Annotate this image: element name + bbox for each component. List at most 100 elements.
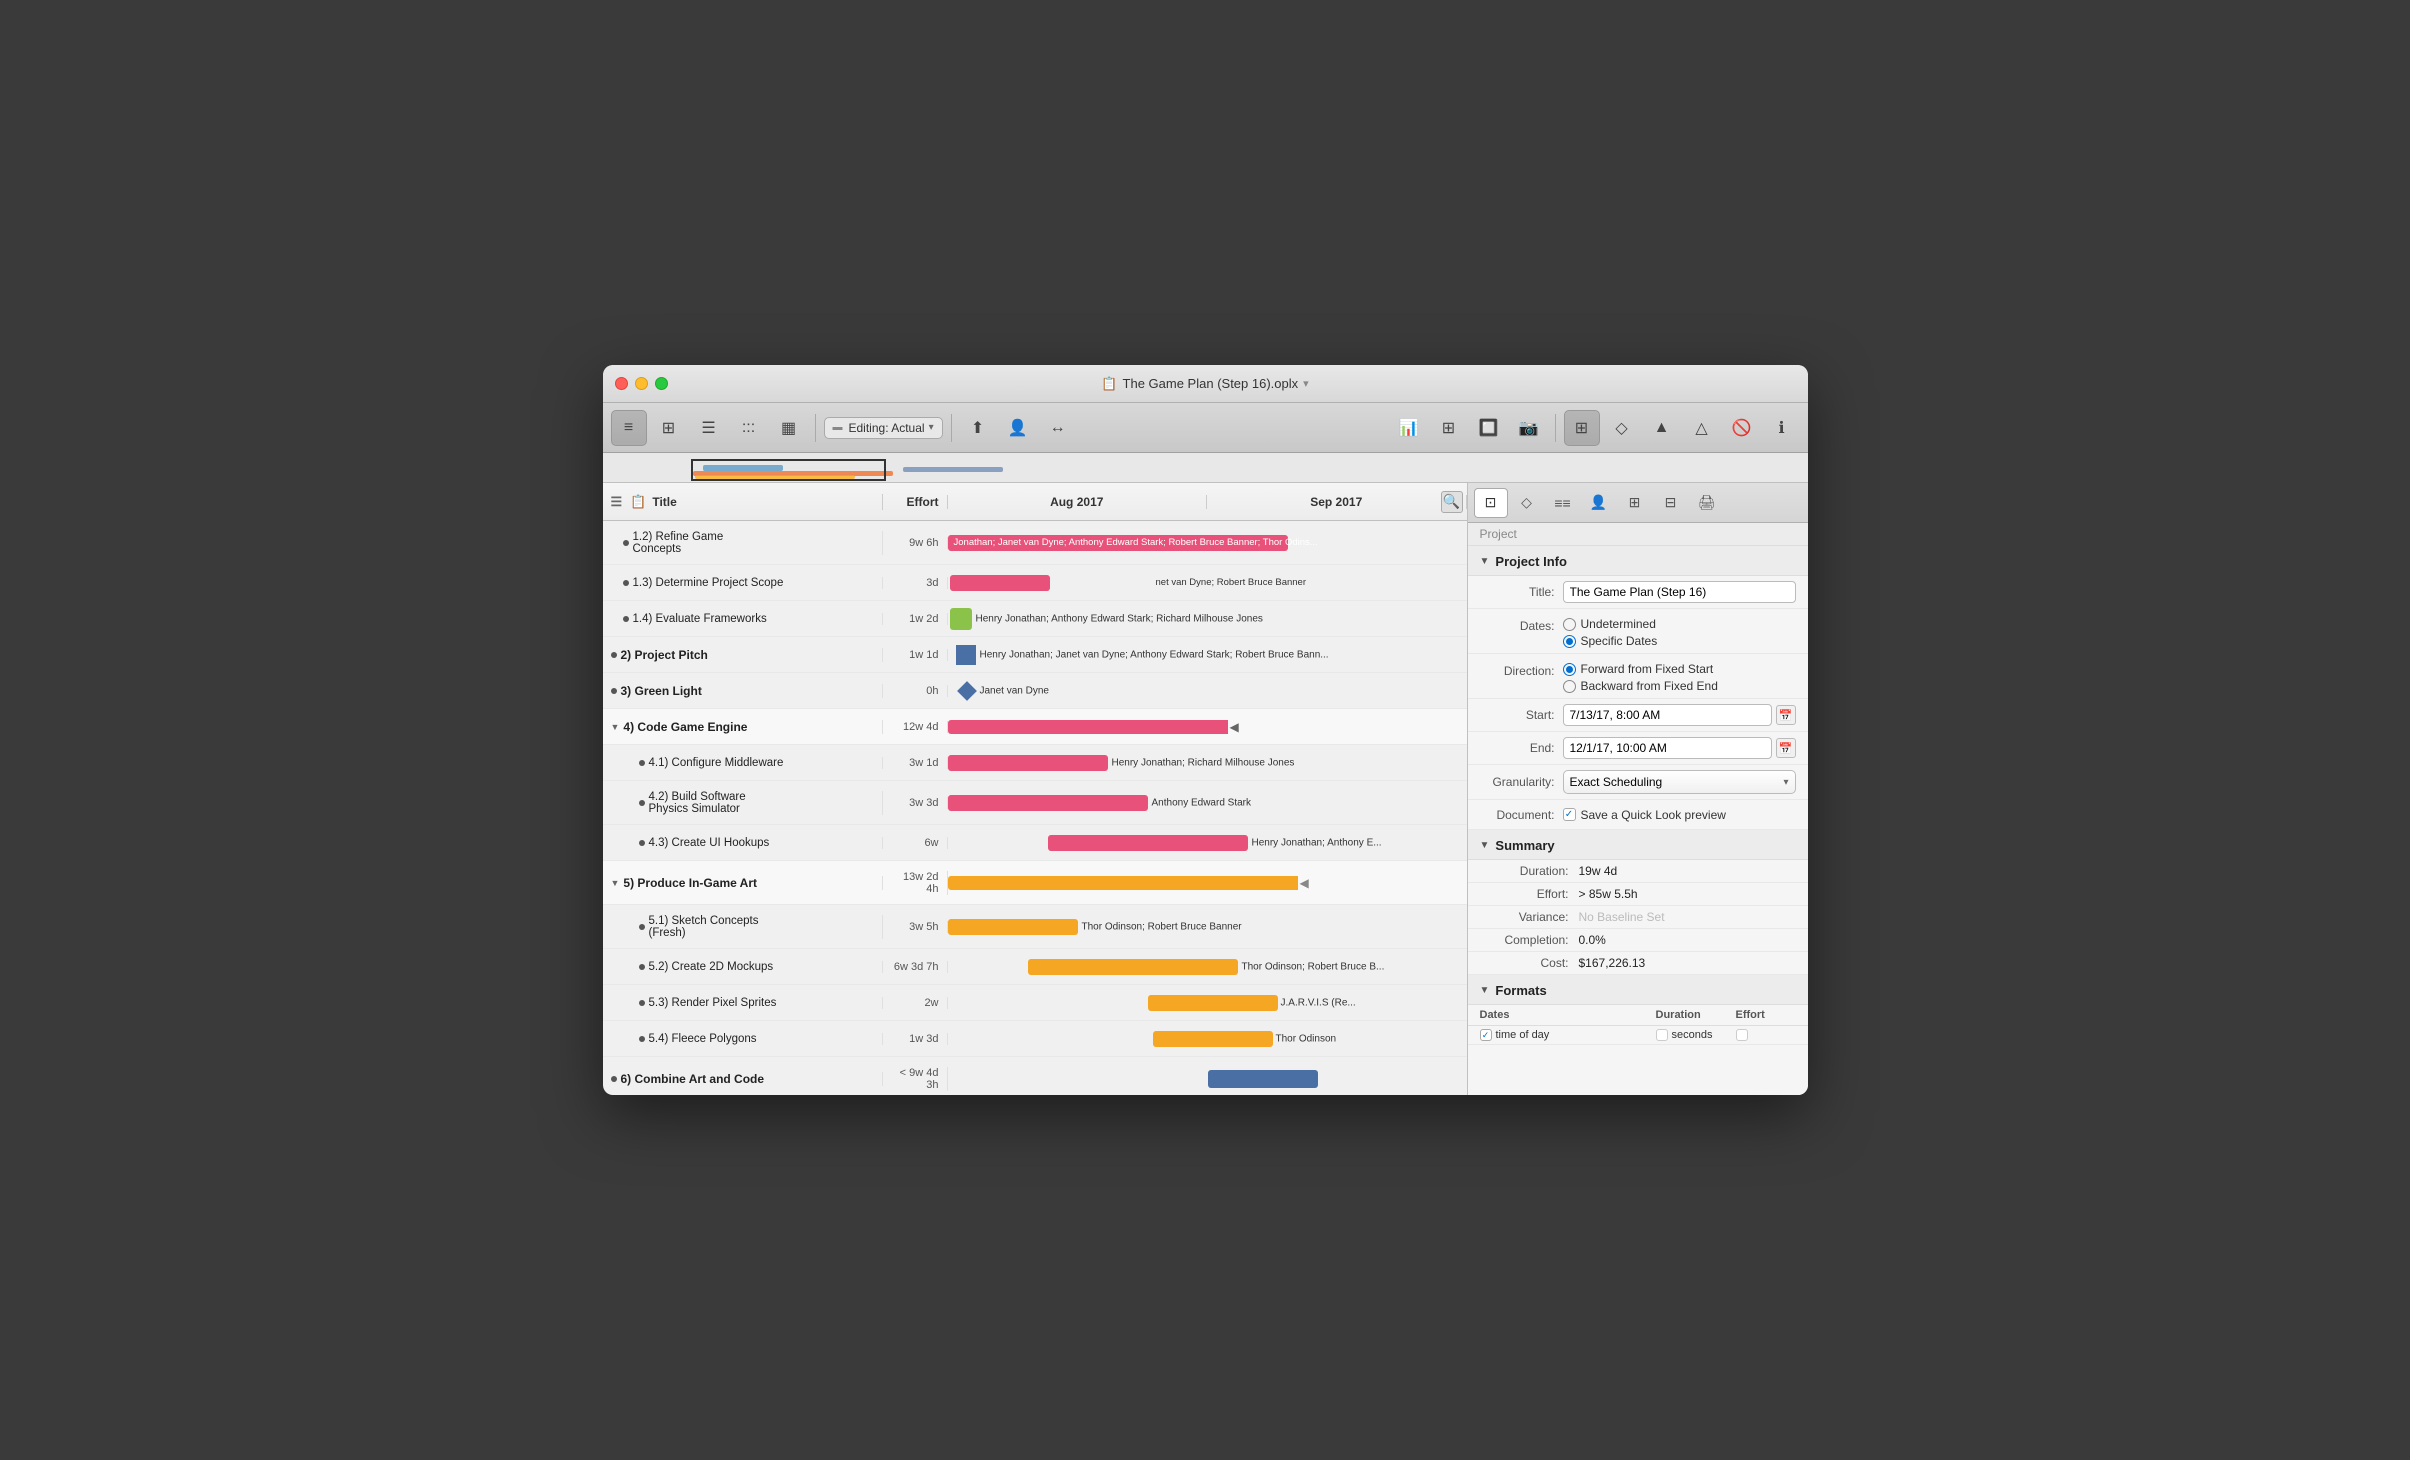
- gantt-view-button[interactable]: 📊: [1391, 410, 1427, 446]
- tab-resources[interactable]: 👤: [1582, 488, 1616, 518]
- formats-table-header: Dates Duration Effort: [1468, 1005, 1808, 1026]
- start-label: Start:: [1480, 708, 1555, 722]
- project-info-button[interactable]: ⊞: [1564, 410, 1600, 446]
- titlebar: 📋 The Game Plan (Step 16).oplx ▾: [603, 365, 1808, 403]
- document-checkbox[interactable]: ✓: [1563, 808, 1576, 821]
- table-row: 1.4) Evaluate Frameworks 1w 2d Henry Jon…: [603, 601, 1467, 637]
- camera-button[interactable]: 📷: [1511, 410, 1547, 446]
- end-input[interactable]: [1563, 737, 1772, 759]
- start-calendar-button[interactable]: 📅: [1776, 705, 1796, 725]
- drag-handle-icon[interactable]: ☰: [611, 494, 623, 510]
- tab-columns[interactable]: ≡≡: [1546, 488, 1580, 518]
- direction-label: Direction:: [1480, 664, 1555, 678]
- gantt-bar: Jonathan; Janet van Dyne; Anthony Edward…: [948, 535, 1288, 551]
- row-chart-1-3: net van Dyne; Robert Bruce Banner: [948, 565, 1467, 600]
- view-people-button[interactable]: ⊞: [651, 410, 687, 446]
- gantt-panel: ☰ 📋 Title Effort Aug 2017 Sep 2017 🔍: [603, 483, 1468, 1095]
- main-content: ☰ 📋 Title Effort Aug 2017 Sep 2017 🔍: [603, 483, 1808, 1095]
- traffic-lights: [615, 377, 668, 390]
- violations-button[interactable]: 🚫: [1724, 410, 1760, 446]
- row-effort-1-4: 1w 2d: [883, 613, 948, 625]
- formats-duration-cell: seconds: [1656, 1029, 1736, 1041]
- tab-styles[interactable]: ◇: [1510, 488, 1544, 518]
- formats-table-row: ✓ time of day seconds: [1468, 1026, 1808, 1045]
- dates-radio-group: Undetermined Specific Dates: [1563, 617, 1658, 648]
- start-input[interactable]: [1563, 704, 1772, 726]
- summary-section-header[interactable]: ▼ Summary: [1468, 830, 1808, 860]
- table-row: 4.3) Create UI Hookups 6w Henry Jonathan…: [603, 825, 1467, 861]
- granularity-select[interactable]: Exact Scheduling ▾: [1563, 770, 1796, 794]
- dates-label: Dates:: [1480, 619, 1555, 633]
- formats-duration-checkbox[interactable]: [1656, 1029, 1668, 1041]
- direction-forward-row[interactable]: Forward from Fixed Start: [1563, 662, 1718, 676]
- dates-undetermined-row[interactable]: Undetermined: [1563, 617, 1658, 631]
- row-effort-6: < 9w 4d3h: [883, 1067, 948, 1091]
- maximize-button[interactable]: [655, 377, 668, 390]
- dropdown-arrow-icon[interactable]: ▾: [1303, 377, 1309, 390]
- dates-undetermined-radio[interactable]: [1563, 618, 1576, 631]
- formats-dates-col-header: Dates: [1480, 1009, 1656, 1021]
- tab-filter[interactable]: ⊞: [1618, 488, 1652, 518]
- formats-dates-value: time of day: [1496, 1029, 1550, 1041]
- arrow-right-button[interactable]: ↔: [1040, 410, 1076, 446]
- dates-specific-radio[interactable]: [1563, 635, 1576, 648]
- summary-collapse-icon: ▼: [1480, 840, 1490, 851]
- dates-specific-row[interactable]: Specific Dates: [1563, 634, 1658, 648]
- view-board-button[interactable]: ▦: [771, 410, 807, 446]
- view-grid-button[interactable]: :::: [731, 410, 767, 446]
- title-input[interactable]: [1563, 581, 1796, 603]
- network-view-button[interactable]: ⊞: [1431, 410, 1467, 446]
- zoom-button[interactable]: 🔍: [1441, 491, 1463, 513]
- clipboard-icon[interactable]: 📋: [630, 494, 646, 510]
- formats-section-header[interactable]: ▼ Formats: [1468, 975, 1808, 1005]
- row-chart-3: Janet van Dyne: [948, 673, 1467, 708]
- styles-button[interactable]: ◇: [1604, 410, 1640, 446]
- gantt-bar: [948, 919, 1078, 935]
- mini-bar-4: [903, 467, 1003, 472]
- toolbar-sep-3: [1555, 414, 1556, 442]
- tab-print[interactable]: 🖨: [1690, 488, 1724, 518]
- gantt-bar: [948, 795, 1148, 811]
- direction-forward-radio[interactable]: [1563, 663, 1576, 676]
- tab-table[interactable]: ⊟: [1654, 488, 1688, 518]
- view-outline-button[interactable]: ≡: [611, 410, 647, 446]
- title-col-header: Title: [652, 495, 676, 509]
- formats-dates-checkbox[interactable]: ✓: [1480, 1029, 1492, 1041]
- expand-icon[interactable]: ▼: [611, 722, 620, 732]
- gantt-bar: [948, 755, 1108, 771]
- project-info-section-header[interactable]: ▼ Project Info: [1468, 546, 1808, 576]
- view-list-button[interactable]: ☰: [691, 410, 727, 446]
- effort-col-label: Effort: [907, 495, 939, 509]
- bullet-icon: [623, 616, 629, 622]
- arrow-up-button[interactable]: ⬆: [960, 410, 996, 446]
- inspector-tabs: ⊡ ◇ ≡≡ 👤 ⊞ ⊟ 🖨: [1468, 483, 1808, 523]
- gantt-rows: 1.2) Refine GameConcepts 9w 6h Jonathan;…: [603, 521, 1467, 1095]
- bar-label: Thor Odinson: [1276, 1033, 1337, 1044]
- resources-button[interactable]: ▲: [1644, 410, 1680, 446]
- table-row: 4.2) Build SoftwarePhysics Simulator 3w …: [603, 781, 1467, 825]
- minimize-button[interactable]: [635, 377, 648, 390]
- bullet-icon: [639, 760, 645, 766]
- tab-project-info[interactable]: ⊡: [1474, 488, 1508, 518]
- formats-effort-checkbox[interactable]: [1736, 1029, 1748, 1041]
- person-button[interactable]: 👤: [1000, 410, 1036, 446]
- row-title-5-1: 5.1) Sketch Concepts(Fresh): [603, 915, 883, 939]
- expand-icon[interactable]: ▼: [611, 878, 620, 888]
- close-button[interactable]: [615, 377, 628, 390]
- bar-label: J.A.R.V.I.S (Re...: [1281, 997, 1356, 1008]
- document-checkbox-row[interactable]: ✓ Save a Quick Look preview: [1563, 808, 1796, 822]
- help-button[interactable]: ℹ: [1764, 410, 1800, 446]
- document-checkbox-label: Save a Quick Look preview: [1581, 808, 1726, 822]
- direction-backward-radio[interactable]: [1563, 680, 1576, 693]
- row-chart-6: [948, 1057, 1467, 1095]
- row-title-1-3: 1.3) Determine Project Scope: [603, 577, 883, 589]
- end-calendar-button[interactable]: 📅: [1776, 738, 1796, 758]
- milestones-button[interactable]: △: [1684, 410, 1720, 446]
- direction-backward-row[interactable]: Backward from Fixed End: [1563, 679, 1718, 693]
- row-effort-1-2: 9w 6h: [883, 537, 948, 549]
- resource-view-button[interactable]: 🔲: [1471, 410, 1507, 446]
- editing-mode-control[interactable]: ▬ Editing: Actual ▾: [824, 417, 943, 439]
- dates-form-row: Dates: Undetermined Specific Dates: [1468, 609, 1808, 654]
- gantt-bar: [1153, 1031, 1273, 1047]
- table-row: 5.4) Fleece Polygons 1w 3d Thor Odinson: [603, 1021, 1467, 1057]
